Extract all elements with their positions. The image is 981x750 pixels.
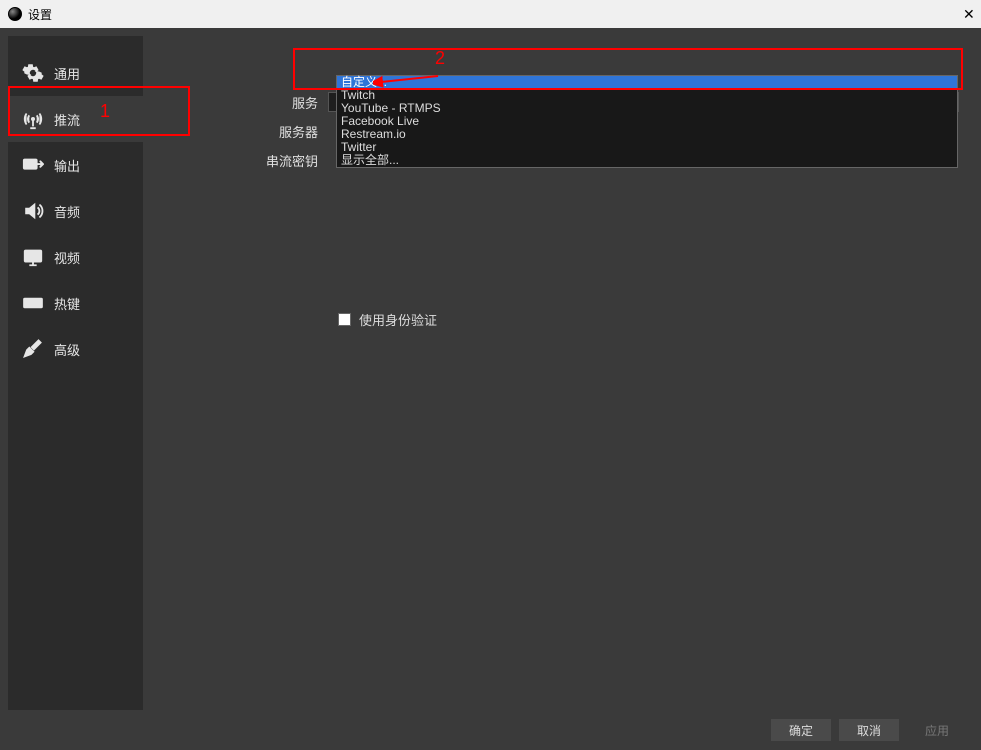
sidebar-item-label: 高级 <box>54 340 80 359</box>
sidebar-item-general[interactable]: 通用 <box>8 50 143 96</box>
dropdown-option[interactable]: Restream.io <box>337 128 957 141</box>
close-button[interactable]: ✕ <box>963 8 975 20</box>
sidebar-item-advanced[interactable]: 高级 <box>8 326 143 372</box>
dropdown-option[interactable]: Twitter <box>337 141 957 154</box>
sidebar-item-label: 输出 <box>54 156 80 175</box>
sidebar-item-label: 推流 <box>54 110 80 129</box>
sidebar-item-stream[interactable]: 推流 <box>8 96 143 142</box>
output-icon <box>22 154 44 176</box>
dropdown-option[interactable]: 显示全部... <box>337 154 957 167</box>
apply-button: 应用 <box>907 719 967 741</box>
service-dropdown-list: 自定义... Twitch YouTube - RTMPS Facebook L… <box>336 75 958 168</box>
server-label: 服务器 <box>143 122 328 141</box>
gear-icon <box>22 62 44 84</box>
sidebar-item-output[interactable]: 输出 <box>8 142 143 188</box>
obs-logo-icon <box>8 7 22 21</box>
keyboard-icon <box>22 292 44 314</box>
sidebar-item-label: 视频 <box>54 248 80 267</box>
sidebar-item-audio[interactable]: 音频 <box>8 188 143 234</box>
sidebar-item-hotkeys[interactable]: 热键 <box>8 280 143 326</box>
ok-button[interactable]: 确定 <box>771 719 831 741</box>
auth-checkbox-label: 使用身份验证 <box>359 310 437 329</box>
cancel-button[interactable]: 取消 <box>839 719 899 741</box>
dropdown-option[interactable]: 自定义... <box>337 76 957 89</box>
sidebar-item-label: 通用 <box>54 64 80 83</box>
auth-checkbox-row[interactable]: 使用身份验证 <box>338 310 959 329</box>
dropdown-option[interactable]: Facebook Live <box>337 115 957 128</box>
titlebar-left: 设置 <box>8 6 52 23</box>
video-icon <box>22 246 44 268</box>
window-title: 设置 <box>28 6 52 23</box>
service-label: 服务 <box>143 93 328 112</box>
titlebar: 设置 ✕ <box>0 0 981 28</box>
sidebar-item-label: 热键 <box>54 294 80 313</box>
antenna-icon <box>22 108 44 130</box>
sidebar-item-video[interactable]: 视频 <box>8 234 143 280</box>
tools-icon <box>22 338 44 360</box>
sidebar-item-label: 音频 <box>54 202 80 221</box>
dropdown-option[interactable]: YouTube - RTMPS <box>337 102 957 115</box>
streamkey-label: 串流密钥 <box>143 151 328 170</box>
sidebar: 通用 推流 输出 <box>8 36 143 710</box>
auth-checkbox[interactable] <box>338 313 351 326</box>
audio-icon <box>22 200 44 222</box>
footer: 确定 取消 应用 <box>0 710 981 750</box>
